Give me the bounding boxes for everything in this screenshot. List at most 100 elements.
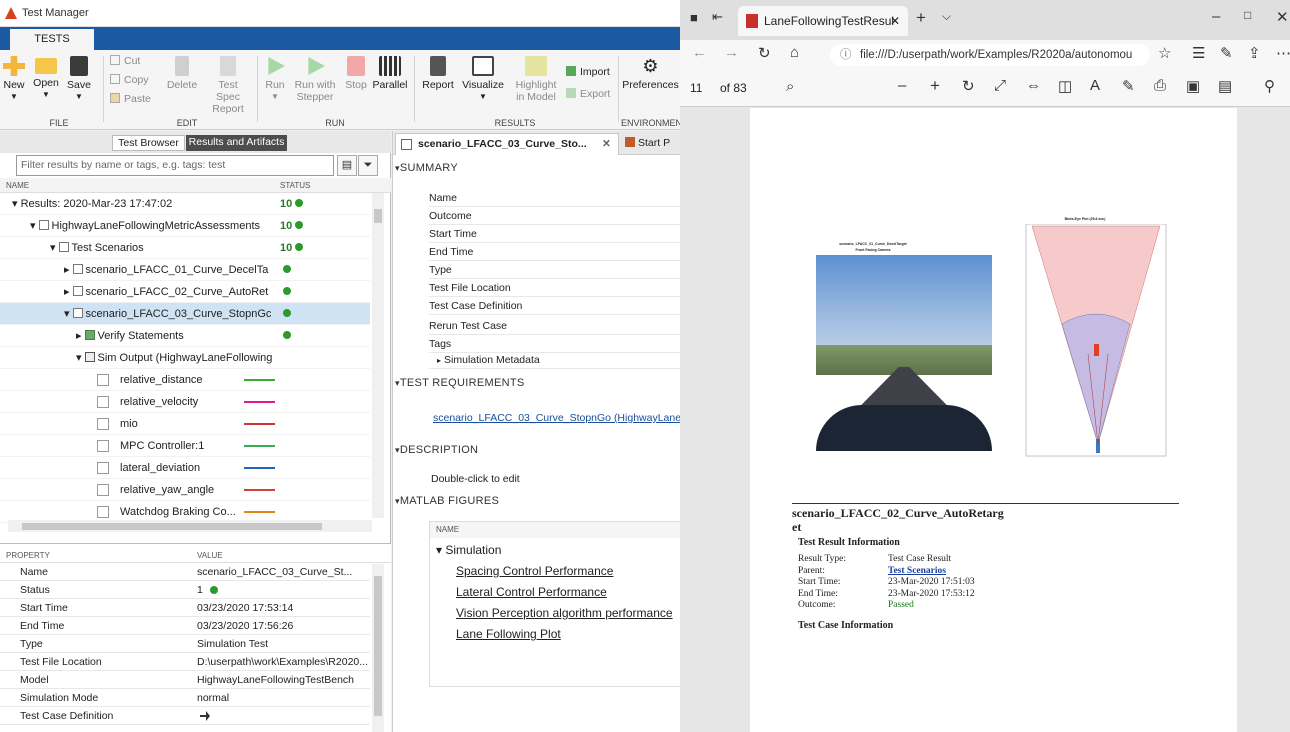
summary-row[interactable]: End Time — [429, 244, 681, 261]
signal-checkbox[interactable] — [97, 418, 109, 430]
parent-link[interactable]: Test Scenarios — [888, 566, 946, 576]
zoom-in-icon[interactable]: + — [930, 76, 940, 96]
signal-checkbox[interactable] — [97, 396, 109, 408]
signal-checkbox[interactable] — [97, 440, 109, 452]
run-with-stepper-button[interactable]: Run with Stepper — [292, 56, 338, 103]
new-button[interactable]: New ▼ — [2, 56, 26, 103]
section-matlab-figures[interactable]: MATLAB FIGURES — [395, 495, 499, 507]
tab-start-page[interactable]: Start P — [625, 133, 685, 155]
preferences-button[interactable]: ⚙ Preferences — [621, 56, 680, 91]
property-row[interactable]: Start Time 03/23/2020 17:53:14 — [0, 600, 370, 617]
tree-row-suite[interactable]: ▾ HighwayLaneFollowingMetricAssessments 10 — [0, 215, 370, 237]
back-icon[interactable]: ← — [692, 44, 707, 61]
tab-actions-icon[interactable]: ■ — [690, 10, 698, 25]
page-view-icon[interactable]: ◫ — [1058, 77, 1072, 95]
export-button[interactable]: Export — [566, 88, 610, 100]
ink-icon[interactable]: ✎ — [1220, 44, 1233, 62]
forward-icon[interactable]: → — [724, 44, 739, 61]
figure-link[interactable]: Spacing Control Performance — [456, 564, 613, 578]
url-input[interactable]: ⓘ file:///D:/userpath/work/Examples/R2020… — [830, 44, 1150, 66]
minimize-icon[interactable]: – — [1212, 8, 1220, 25]
pin-icon[interactable]: ⚲ — [1264, 77, 1275, 95]
property-row[interactable]: Test File Location D:\userpath\work\Examp… — [0, 654, 370, 671]
close-tab-icon[interactable]: ✕ — [890, 6, 900, 36]
visualize-button[interactable]: Visualize ▼ — [460, 56, 506, 103]
share-icon[interactable]: ⇪ — [1248, 44, 1261, 62]
tree-row-scenario-02[interactable]: ▸ scenario_LFACC_02_Curve_AutoRet — [0, 281, 370, 303]
signal-row[interactable]: relative_velocity — [0, 391, 370, 413]
column-options-icon[interactable]: ▤ — [337, 155, 357, 176]
more-icon[interactable]: ⋯ — [1276, 44, 1290, 62]
refresh-icon[interactable]: ↻ — [758, 44, 771, 62]
summary-row[interactable]: Test Case Definition — [429, 298, 681, 315]
figure-link[interactable]: Lane Following Plot — [456, 627, 561, 641]
tab-list-icon[interactable]: ⇤ — [712, 9, 723, 25]
highlight-in-model-button[interactable]: Highlight in Model — [510, 56, 562, 103]
property-row[interactable]: Simulation Mode normal — [0, 690, 370, 707]
signal-row[interactable]: lateral_deviation — [0, 457, 370, 479]
description-hint[interactable]: Double-click to edit — [431, 473, 520, 485]
zoom-out-icon[interactable]: – — [898, 77, 906, 94]
summary-row[interactable]: ▸ Simulation Metadata — [429, 352, 681, 369]
close-icon[interactable]: ✕ — [602, 134, 611, 154]
new-tab-icon[interactable]: + — [916, 8, 926, 28]
signal-row[interactable]: relative_yaw_angle — [0, 479, 370, 501]
favorite-icon[interactable]: ☆ — [1158, 44, 1171, 62]
delete-button[interactable]: Delete — [165, 56, 199, 91]
tab-test-browser[interactable]: Test Browser — [112, 135, 185, 151]
fit-width-icon[interactable]: ⇔ — [1026, 77, 1041, 94]
summary-row[interactable]: Rerun Test Case — [429, 318, 681, 335]
filter-icon[interactable]: ⏷ — [358, 155, 378, 176]
copy-button[interactable]: Copy — [110, 74, 149, 86]
save-icon[interactable]: ▣ — [1186, 77, 1200, 95]
summary-row[interactable]: Start Time — [429, 226, 681, 243]
search-icon[interactable]: ⌕ — [786, 78, 794, 95]
rotate-icon[interactable]: ↻ — [962, 77, 975, 95]
section-description[interactable]: DESCRIPTION — [395, 444, 478, 456]
fit-page-icon[interactable]: ⤢ — [994, 77, 1006, 94]
signal-checkbox[interactable] — [97, 462, 109, 474]
save-button[interactable]: Save ▼ — [64, 56, 94, 103]
property-row[interactable]: Model HighwayLaneFollowingTestBench — [0, 672, 370, 689]
property-row[interactable]: Test Case Definition — [0, 708, 370, 725]
paste-button[interactable]: Paste — [110, 93, 151, 105]
tree-row-test-scenarios[interactable]: ▾ Test Scenarios 10 — [0, 237, 370, 259]
favorites-list-icon[interactable]: ☰ — [1192, 44, 1205, 62]
section-summary[interactable]: SUMMARY — [395, 162, 458, 174]
import-button[interactable]: Import — [566, 66, 610, 78]
signal-checkbox[interactable] — [97, 506, 109, 518]
tree-row-scenario-03[interactable]: ▾ scenario_LFACC_03_Curve_StopnGc — [0, 303, 370, 325]
summary-row[interactable]: Type — [429, 262, 681, 279]
draw-icon[interactable]: ✎ — [1122, 77, 1135, 95]
section-test-requirements[interactable]: TEST REQUIREMENTS — [395, 377, 525, 389]
signal-row[interactable]: relative_distance — [0, 369, 370, 391]
test-spec-report-button[interactable]: Test Spec Report — [205, 56, 251, 115]
property-row[interactable]: End Time 03/23/2020 17:56:26 — [0, 618, 370, 635]
cut-button[interactable]: Cut — [110, 55, 140, 67]
property-row[interactable]: Name scenario_LFACC_03_Curve_St... — [0, 564, 370, 581]
home-icon[interactable]: ⌂ — [790, 44, 799, 61]
stop-button[interactable]: Stop — [342, 56, 370, 91]
page-number-input[interactable]: 11 — [690, 81, 702, 95]
print-icon[interactable]: ⎙ — [1154, 77, 1166, 94]
filter-input[interactable]: Filter results by name or tags, e.g. tag… — [16, 155, 334, 176]
summary-row[interactable]: Name — [429, 190, 681, 207]
tab-results-artifacts[interactable]: Results and Artifacts — [186, 135, 287, 151]
tab-dropdown-icon[interactable]: ⌵ — [942, 9, 951, 24]
tree-row-results[interactable]: ▾ Results: 2020-Mar-23 17:47:02 10 — [0, 193, 370, 215]
tree-vertical-scrollbar[interactable] — [372, 193, 384, 518]
simulation-group[interactable]: ▾ Simulation — [436, 543, 501, 557]
read-aloud-icon[interactable]: A — [1090, 77, 1100, 94]
property-row[interactable]: Status 1 — [0, 582, 370, 599]
figure-link[interactable]: Lateral Control Performance — [456, 585, 607, 599]
run-button[interactable]: Run ▼ — [262, 56, 288, 103]
signal-row[interactable]: mio — [0, 413, 370, 435]
maximize-icon[interactable]: □ — [1244, 8, 1251, 22]
parallel-button[interactable]: Parallel — [372, 56, 408, 91]
signal-row[interactable]: MPC Controller:1 — [0, 435, 370, 457]
property-scrollbar[interactable] — [372, 564, 384, 732]
summary-row[interactable]: Test File Location — [429, 280, 681, 297]
browser-tab[interactable]: LaneFollowingTestResul ✕ — [738, 6, 908, 36]
signal-row[interactable]: Watchdog Braking Co... — [0, 501, 370, 523]
save-as-icon[interactable]: ▤ — [1218, 77, 1232, 95]
